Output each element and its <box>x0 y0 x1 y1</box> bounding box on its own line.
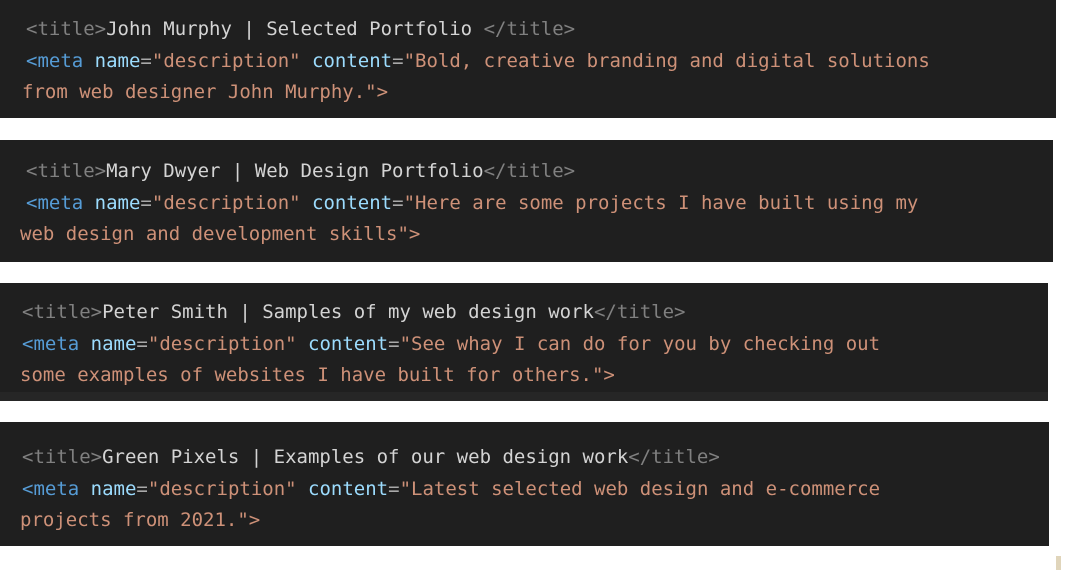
meta-open-tag: <meta <box>22 477 80 500</box>
meta-name-value: "description" <box>147 477 297 500</box>
code-line-meta: <meta name="description" content="See wh… <box>0 329 1048 361</box>
code-line-meta: <meta name="description" content="Latest… <box>0 474 1049 506</box>
title-open-tag: <title> <box>26 160 107 182</box>
meta-name-attr: name <box>94 191 141 214</box>
meta-content-value-part2: from web designer John Murphy."> <box>22 81 389 103</box>
title-open-tag: <title> <box>22 301 103 323</box>
meta-name-attr: name <box>90 332 137 355</box>
meta-name-value: "description" <box>151 49 301 72</box>
meta-name-value: "description" <box>147 332 297 355</box>
code-block-1: <title>John Murphy | Selected Portfolio … <box>0 0 1056 118</box>
title-text: John Murphy | Selected Portfolio <box>106 18 484 40</box>
title-close-tag: </title> <box>593 301 686 323</box>
meta-name-attr: name <box>90 477 137 500</box>
title-close-tag: </title> <box>628 446 720 468</box>
code-line-meta-wrap: some examples of websites I have built f… <box>0 360 1048 392</box>
meta-open-tag: <meta <box>22 332 80 355</box>
equals-sign: = <box>392 49 404 72</box>
code-line-title: <title>Peter Smith | Samples of my web d… <box>0 297 1048 329</box>
meta-name-value: "description" <box>151 191 301 214</box>
meta-content-attr: content <box>312 191 393 214</box>
meta-content-value-part2: some examples of websites I have built f… <box>20 364 615 386</box>
meta-content-attr: content <box>308 332 389 355</box>
meta-content-attr: content <box>308 477 389 500</box>
meta-content-value-part2: projects from 2021."> <box>20 509 261 531</box>
meta-content-value-part1: "Bold, creative branding and digital sol… <box>403 49 930 72</box>
title-close-tag: </title> <box>483 160 576 182</box>
meta-name-attr: name <box>94 49 141 72</box>
title-close-tag: </title> <box>483 18 576 40</box>
meta-content-attr: content <box>312 49 393 72</box>
meta-open-tag: <meta <box>26 49 84 72</box>
equals-sign: = <box>136 332 148 355</box>
code-snippet-stack: <title>John Murphy | Selected Portfolio … <box>0 0 1072 546</box>
title-text: Peter Smith | Samples of my web design w… <box>102 301 594 323</box>
equals-sign: = <box>140 191 152 214</box>
code-block-2: <title>Mary Dwyer | Web Design Portfolio… <box>0 140 1053 262</box>
equals-sign: = <box>392 191 404 214</box>
title-open-tag: <title> <box>22 446 103 468</box>
code-block-3: <title>Peter Smith | Samples of my web d… <box>0 283 1048 401</box>
equals-sign: = <box>140 49 152 72</box>
meta-content-value-part1: "See whay I can do for you by checking o… <box>399 332 881 355</box>
code-line-meta: <meta name="description" content="Here a… <box>0 188 1053 220</box>
meta-content-value-part1: "Latest selected web design and e-commer… <box>399 477 881 500</box>
horizontal-scrollbar[interactable] <box>0 392 1048 401</box>
code-block-4: <title>Green Pixels | Examples of our we… <box>0 422 1049 546</box>
code-line-title: <title>John Murphy | Selected Portfolio … <box>0 14 1056 46</box>
code-line-title: <title>Mary Dwyer | Web Design Portfolio… <box>0 156 1053 188</box>
code-line-meta-wrap: projects from 2021."> <box>0 505 1049 537</box>
meta-content-value-part1: "Here are some projects I have built usi… <box>403 191 919 214</box>
equals-sign: = <box>388 477 400 500</box>
title-open-tag: <title> <box>26 18 107 40</box>
meta-open-tag: <meta <box>26 191 84 214</box>
equals-sign: = <box>388 332 400 355</box>
meta-content-value-part2: web design and development skills"> <box>20 223 421 245</box>
equals-sign: = <box>136 477 148 500</box>
title-text: Green Pixels | Examples of our web desig… <box>102 446 629 468</box>
corner-artifact-mark <box>1056 556 1061 570</box>
code-line-title: <title>Green Pixels | Examples of our we… <box>0 442 1049 474</box>
code-line-meta-wrap: web design and development skills"> <box>0 219 1053 251</box>
code-line-meta: <meta name="description" content="Bold, … <box>0 46 1056 78</box>
title-text: Mary Dwyer | Web Design Portfolio <box>106 160 484 182</box>
code-line-meta-wrap: from web designer John Murphy."> <box>0 77 1056 109</box>
